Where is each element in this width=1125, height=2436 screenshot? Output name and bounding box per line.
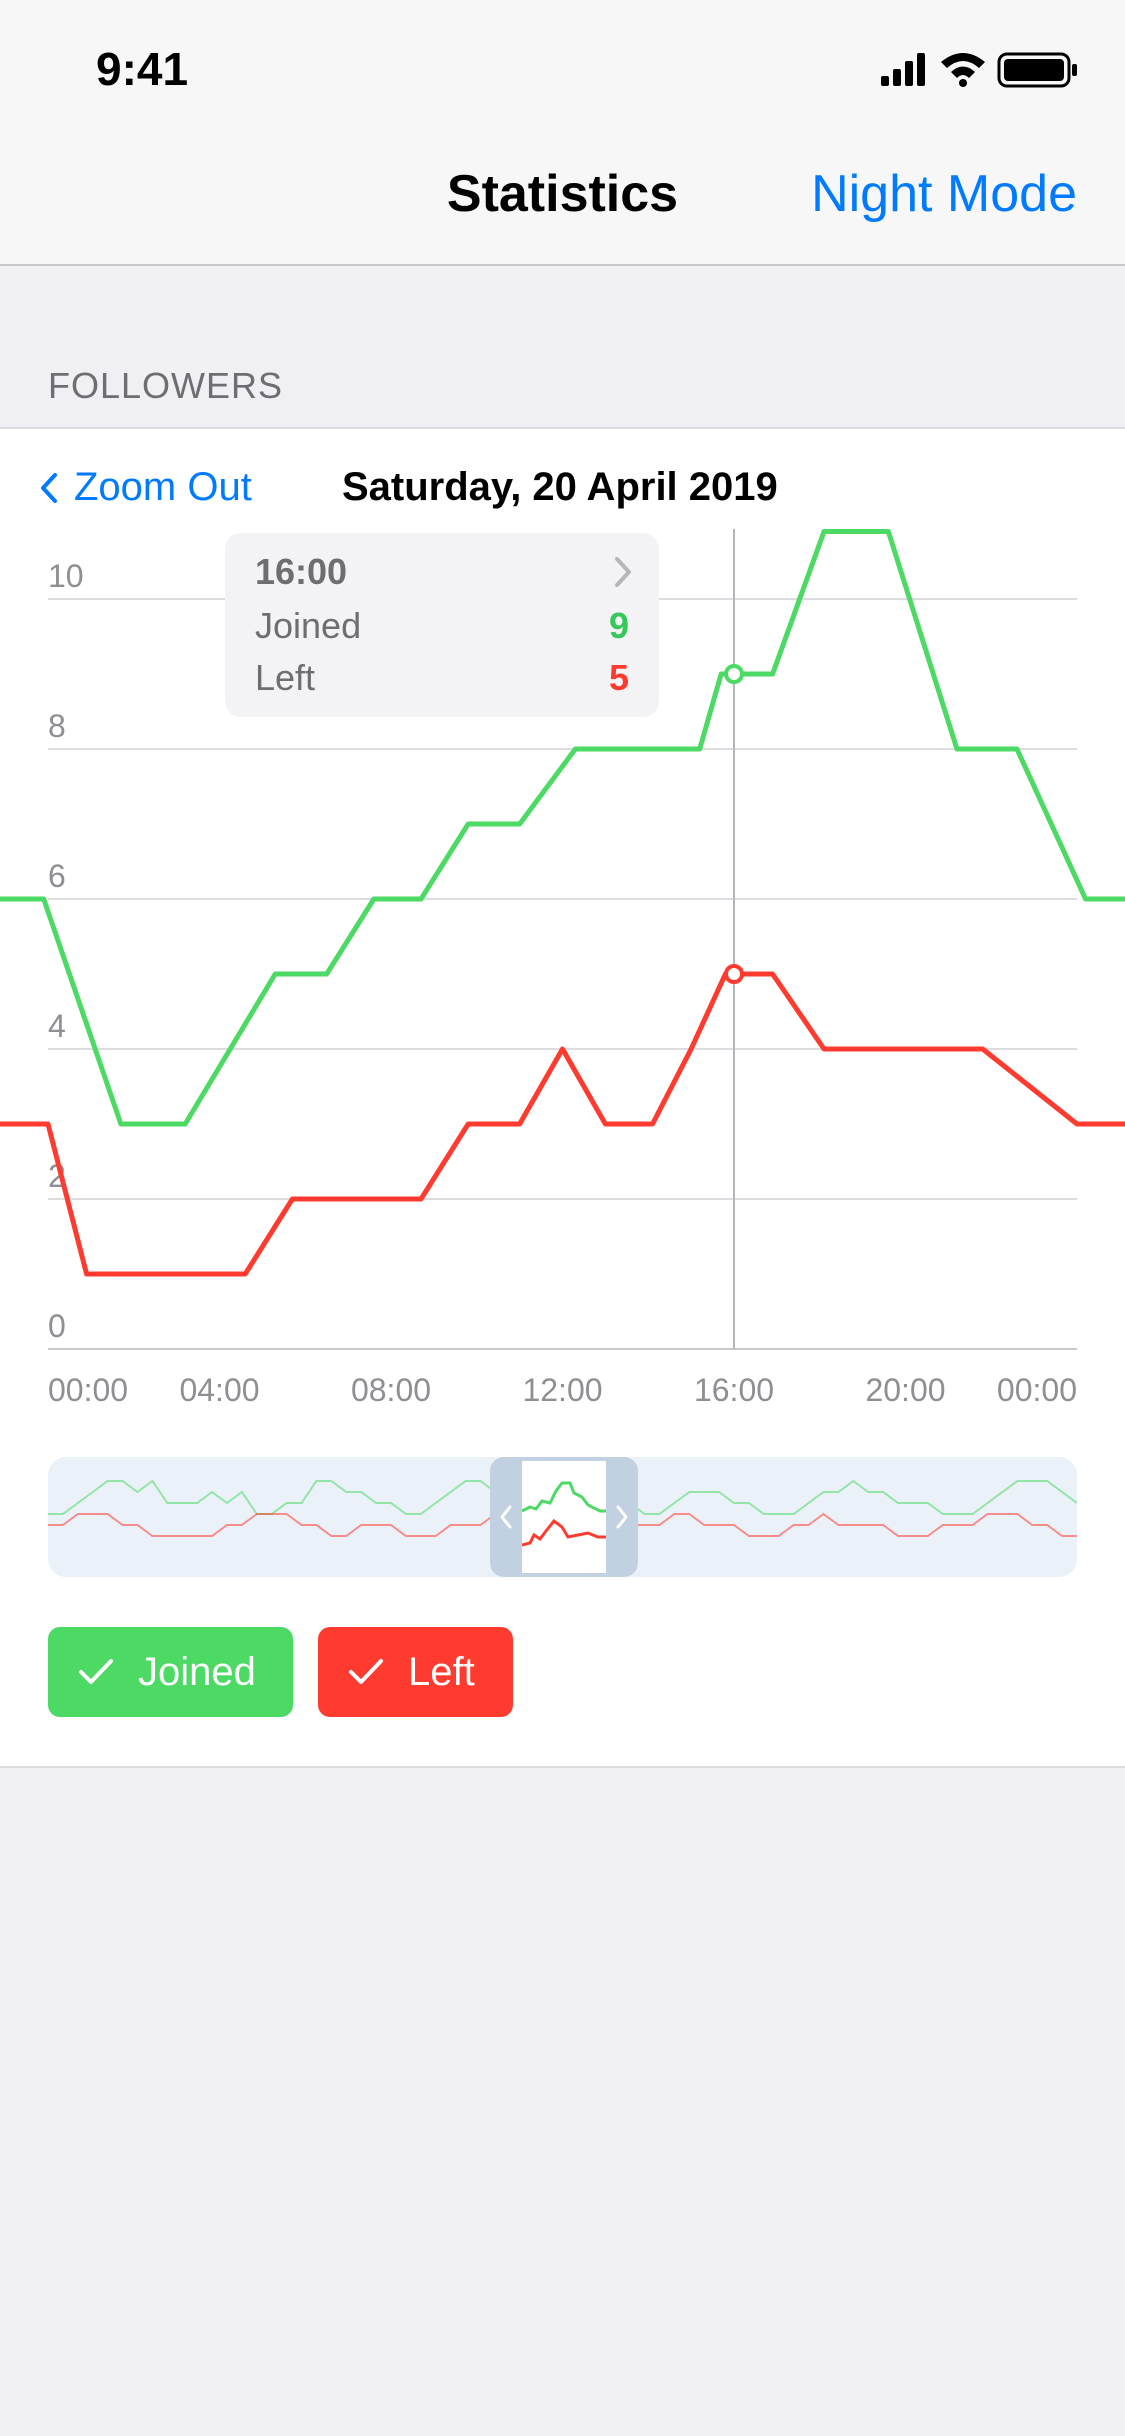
battery-icon	[997, 52, 1077, 88]
status-bar: 9:41	[0, 0, 1125, 132]
status-icons	[881, 50, 1081, 90]
range-navigator[interactable]	[48, 1457, 1077, 1577]
navigator-window[interactable]	[490, 1457, 638, 1577]
chart-tooltip[interactable]: 16:00 Joined 9 Left 5	[225, 533, 659, 717]
left-toggle-button[interactable]: Left	[318, 1627, 513, 1717]
y-tick-label: 6	[48, 858, 66, 894]
selection-point-joined	[724, 664, 744, 684]
x-tick-label: 00:00	[48, 1372, 128, 1408]
selection-point-left	[724, 964, 744, 984]
y-tick-label: 4	[48, 1008, 66, 1044]
checkmark-icon	[349, 1659, 383, 1684]
x-tick-label: 04:00	[179, 1372, 259, 1408]
y-tick-label: 10	[48, 558, 84, 594]
left-toggle-label: Left	[408, 1649, 475, 1694]
navigator-left-handle[interactable]	[490, 1457, 522, 1577]
tooltip-time: 16:00	[255, 551, 348, 592]
chevron-right-icon	[616, 1505, 628, 1529]
status-time: 9:41	[96, 43, 189, 95]
y-tick-label: 8	[48, 708, 66, 744]
chevron-right-icon	[615, 557, 631, 587]
navigator-right-handle[interactable]	[606, 1457, 638, 1577]
night-mode-button[interactable]: Night Mode	[811, 164, 1077, 224]
tooltip-left-label: Left	[255, 657, 316, 698]
y-tick-label: 0	[48, 1308, 66, 1344]
zoom-out-label: Zoom Out	[74, 465, 252, 509]
section-header: FOLLOWERS	[48, 365, 284, 406]
x-tick-label: 16:00	[694, 1372, 774, 1408]
x-tick-label: 20:00	[865, 1372, 945, 1408]
wifi-icon	[941, 53, 985, 87]
navigator-window-preview	[521, 1481, 606, 1547]
tooltip-joined-label: Joined	[255, 605, 362, 646]
navigator-window-frame[interactable]	[521, 1457, 606, 1577]
tooltip-joined-value: 9	[608, 605, 629, 646]
navigation-bar: Statistics Night Mode	[0, 132, 1125, 266]
joined-toggle-label: Joined	[138, 1649, 256, 1694]
zoom-out-button[interactable]: Zoom Out	[40, 465, 252, 510]
chevron-left-icon	[41, 472, 57, 503]
chevron-left-icon	[500, 1505, 512, 1529]
chart-date: Saturday, 20 April 2019	[342, 465, 778, 509]
cellular-signal-icon	[881, 53, 925, 86]
joined-toggle-button[interactable]: Joined	[48, 1627, 293, 1717]
x-tick-label: 12:00	[522, 1372, 602, 1408]
tooltip-left-value: 5	[608, 657, 629, 698]
checkmark-icon	[79, 1659, 113, 1684]
x-tick-label: 08:00	[351, 1372, 431, 1408]
chart-card: Zoom Out Saturday, 20 April 2019 0 2 4 6 8 10…	[0, 427, 1125, 1768]
x-tick-label: 00:00	[997, 1372, 1077, 1408]
